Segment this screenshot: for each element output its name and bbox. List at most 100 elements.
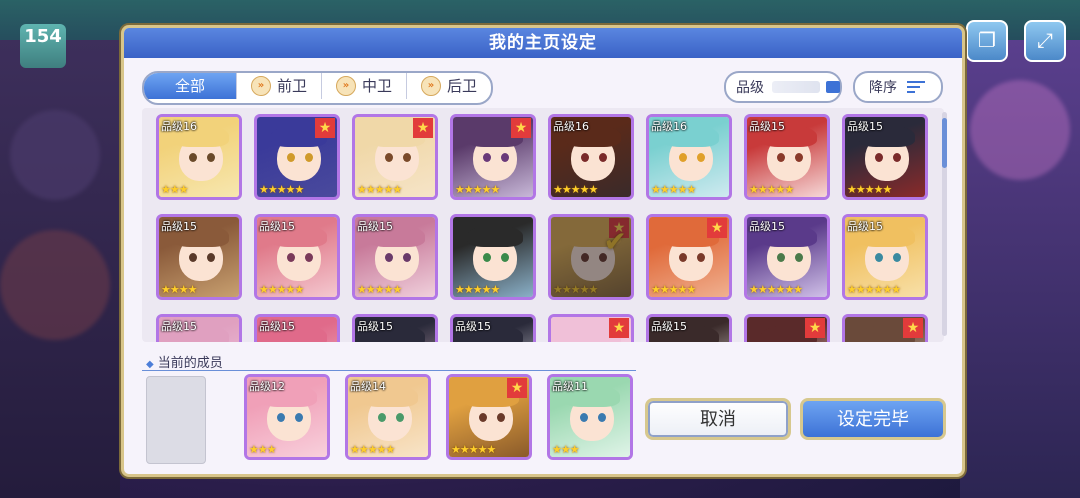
grade-label: 品级15 — [749, 220, 785, 233]
character-eye — [497, 413, 505, 422]
character-card[interactable]: 品级15 ★★★★★ — [352, 214, 438, 300]
tab-rearguard[interactable]: » 后卫 — [407, 73, 491, 99]
background-character — [10, 110, 100, 200]
chevron-icon: » — [336, 76, 357, 96]
star-rating: ★★★★★ — [455, 183, 500, 196]
tab-label: 中卫 — [362, 77, 393, 95]
confirm-button[interactable]: 设定完毕 — [800, 398, 946, 440]
grade-label: 品级15 — [161, 220, 197, 233]
grade-label: 品级15 — [259, 320, 295, 333]
grade-sort-button[interactable]: 品级 — [724, 71, 842, 103]
character-eye — [189, 253, 197, 262]
grade-label: 品级15 — [749, 120, 785, 133]
cancel-button[interactable]: 取消 — [645, 398, 791, 440]
grade-label: 品级15 — [847, 220, 883, 233]
character-card[interactable]: 品级15 — [254, 314, 340, 342]
sort-lines-icon — [907, 78, 925, 96]
character-eye — [501, 153, 509, 162]
character-card[interactable]: ★ — [548, 314, 634, 342]
character-card[interactable]: 品级15 ★★★★★★ — [744, 214, 830, 300]
grade-label: 品级14 — [350, 380, 386, 393]
character-card[interactable]: ★ — [842, 314, 928, 342]
character-eye — [479, 413, 487, 422]
character-card[interactable]: 品级16 ★★★★★ — [646, 114, 732, 200]
empty-member-slot[interactable] — [146, 376, 206, 464]
character-card[interactable]: 品级15 ★★★★★ — [254, 214, 340, 300]
character-eye — [679, 153, 687, 162]
order-sort-label: 降序 — [869, 80, 897, 96]
grid-scrollbar[interactable] — [942, 112, 947, 336]
favorite-star-icon: ★ — [315, 118, 335, 138]
character-card[interactable]: ★★★★★ ★ — [254, 114, 340, 200]
character-hair — [565, 225, 621, 247]
character-card[interactable]: 品级16 ★★★★★ — [548, 114, 634, 200]
character-eye — [893, 253, 901, 262]
tab-vanguard[interactable]: » 前卫 — [237, 73, 323, 99]
character-eye — [483, 253, 491, 262]
grade-label: 品级16 — [553, 120, 589, 133]
favorite-star-icon: ★ — [609, 218, 629, 238]
character-eye — [875, 153, 883, 162]
window-icon — [826, 81, 840, 93]
character-eye — [295, 413, 303, 422]
homepage-settings-dialog: 我的主页设定 全部 » 前卫 » 中卫 » 后卫 品级 降序 品级16 ★★★ ★★★★★… — [121, 25, 965, 477]
character-card[interactable]: 品级15 — [156, 314, 242, 342]
character-card[interactable]: 品级15 ★★★★★★ — [842, 214, 928, 300]
character-eye — [777, 253, 785, 262]
favorite-star-icon: ★ — [609, 318, 629, 338]
character-eye — [305, 153, 313, 162]
character-eye — [581, 253, 589, 262]
character-card[interactable]: ★★★★★ — [450, 214, 536, 300]
star-rating: ★★★★★ — [847, 183, 892, 196]
character-card[interactable]: ★★★★★ ★ — [450, 114, 536, 200]
character-card[interactable]: 品级16 ★★★ — [156, 114, 242, 200]
player-level-value: 154 — [24, 26, 62, 47]
expand-icon[interactable]: ⤢ — [1024, 20, 1066, 62]
role-filter-tabs: 全部 » 前卫 » 中卫 » 后卫 — [142, 71, 494, 105]
grade-label: 品级15 — [259, 220, 295, 233]
tab-midguard[interactable]: » 中卫 — [322, 73, 408, 99]
character-eye — [697, 253, 705, 262]
character-face — [571, 235, 615, 281]
checkmark-icon: ✔ — [603, 225, 627, 258]
character-hair — [467, 225, 523, 247]
player-level-badge: 154 — [20, 24, 66, 68]
star-rating: ★★★★★ — [651, 183, 696, 196]
order-sort-button[interactable]: 降序 — [853, 71, 943, 103]
character-eye — [580, 413, 588, 422]
grade-label: 品级15 — [357, 320, 393, 333]
character-eye — [378, 413, 386, 422]
character-card[interactable]: 品级14 ★★★★★ — [345, 374, 431, 460]
character-portrait — [551, 217, 631, 297]
character-card[interactable]: 品级15 — [450, 314, 536, 342]
star-rating: ★★★★★ — [749, 183, 794, 196]
favorite-star-icon: ★ — [707, 218, 727, 238]
tab-all[interactable]: 全部 — [144, 73, 237, 99]
character-eye — [385, 153, 393, 162]
character-card[interactable]: ★ — [744, 314, 830, 342]
star-rating: ★★★★★ — [451, 443, 496, 456]
character-card[interactable]: ★★★★★ ★ — [446, 374, 532, 460]
character-eye — [396, 413, 404, 422]
copy-icon[interactable]: ❐ — [966, 20, 1008, 62]
scrollbar-thumb[interactable] — [942, 118, 947, 168]
character-card[interactable]: 品级12 ★★★ — [244, 374, 330, 460]
star-rating: ★★★★★ — [553, 183, 598, 196]
tab-label: 后卫 — [447, 77, 478, 95]
character-card[interactable]: 品级15 — [646, 314, 732, 342]
character-card[interactable]: ★★★★★ ★ — [352, 114, 438, 200]
character-card[interactable]: ★★★★★ ★ ✔ — [548, 214, 634, 300]
character-card[interactable]: 品级15 — [352, 314, 438, 342]
character-card[interactable]: 品级15 ★★★★★ — [744, 114, 830, 200]
character-card[interactable]: 品级15 ★★★★★ — [842, 114, 928, 200]
character-card[interactable]: 品级15 ★★★★ — [156, 214, 242, 300]
favorite-star-icon: ★ — [903, 318, 923, 338]
grade-label: 品级15 — [455, 320, 491, 333]
character-eye — [599, 253, 607, 262]
favorite-star-icon: ★ — [805, 318, 825, 338]
character-card[interactable]: ★★★★★ ★ — [646, 214, 732, 300]
current-members-label: 当前的成员 — [157, 356, 223, 371]
character-card[interactable]: 品级11 ★★★ — [547, 374, 633, 460]
favorite-star-icon: ★ — [507, 378, 527, 398]
character-eye — [189, 153, 197, 162]
